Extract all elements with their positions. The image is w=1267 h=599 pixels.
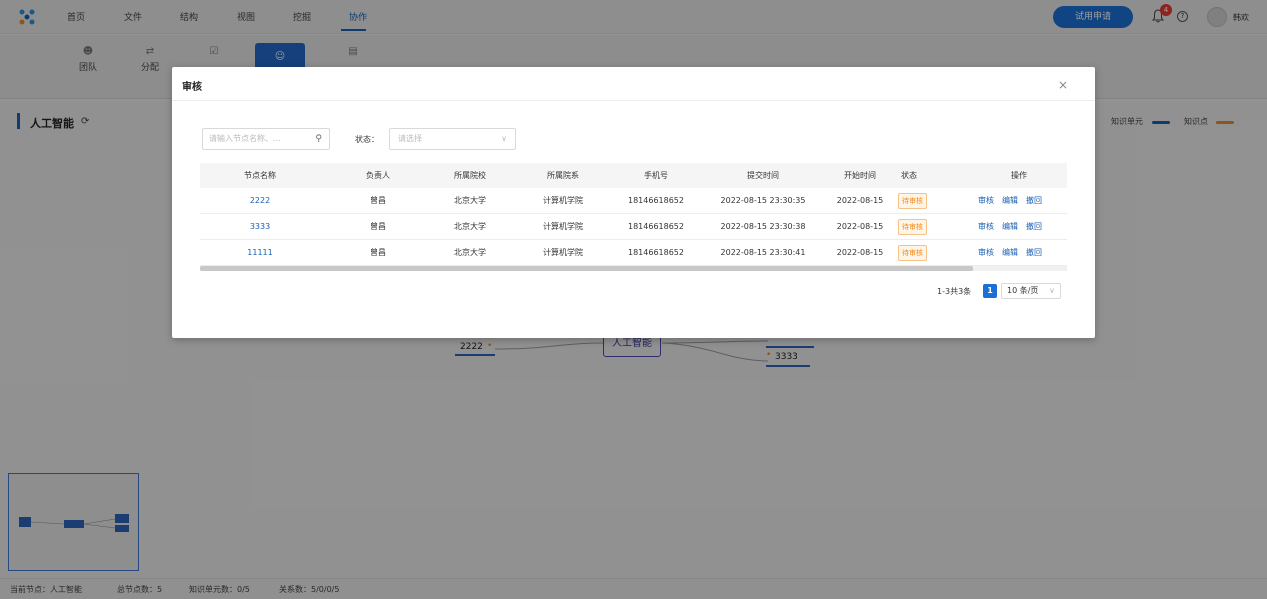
table-scrollbar[interactable] <box>200 266 973 271</box>
col-ops: 操作 <box>1011 171 1027 180</box>
chevron-down-icon: ∨ <box>1049 286 1055 295</box>
col-phone: 手机号 <box>644 171 668 180</box>
approve-link[interactable]: 审核 <box>978 195 994 206</box>
withdraw-link[interactable]: 撤回 <box>1026 247 1042 258</box>
edit-link[interactable]: 编辑 <box>1002 247 1018 258</box>
row-owner: 曾昌 <box>370 248 386 257</box>
table-row: 3333 曾昌 北京大学 计算机学院 18146618652 2022-08-1… <box>200 214 1067 240</box>
search-icon[interactable]: ⚲ <box>315 129 322 149</box>
row-ops: 审核 编辑 撤回 <box>978 214 1066 239</box>
col-submitted: 提交时间 <box>747 171 779 180</box>
close-icon[interactable]: × <box>1058 78 1068 92</box>
status-filter-label: 状态： <box>355 135 379 144</box>
row-status-cell: 待审核 <box>898 188 938 213</box>
row-dept: 计算机学院 <box>543 222 583 231</box>
status-select-placeholder: 请选择 <box>398 134 422 143</box>
status-badge: 待审核 <box>898 218 927 235</box>
row-submitted: 2022-08-15 23:30:41 <box>720 248 806 257</box>
col-status: 状态 <box>901 171 917 180</box>
review-dialog: 审核 × 请输入节点名称、... ⚲ 状态： 请选择 ∨ 节点名称 负责人 所属… <box>172 67 1095 338</box>
withdraw-link[interactable]: 撤回 <box>1026 221 1042 232</box>
col-dept: 所属院系 <box>547 171 579 180</box>
row-start: 2022-08-15 <box>836 222 884 231</box>
row-start: 2022-08-15 <box>836 248 884 257</box>
pager-page-1[interactable]: 1 <box>983 284 997 298</box>
withdraw-link[interactable]: 撤回 <box>1026 195 1042 206</box>
approve-link[interactable]: 审核 <box>978 221 994 232</box>
page-size-select[interactable]: 10 条/页 ∨ <box>1001 283 1061 299</box>
row-school: 北京大学 <box>454 222 486 231</box>
dialog-title: 审核 <box>182 82 202 93</box>
row-dept: 计算机学院 <box>543 248 583 257</box>
col-start: 开始时间 <box>844 171 876 180</box>
row-owner: 曾昌 <box>370 222 386 231</box>
row-owner: 曾昌 <box>370 196 386 205</box>
row-phone: 18146618652 <box>628 248 684 257</box>
table-row: 2222 曾昌 北京大学 计算机学院 18146618652 2022-08-1… <box>200 188 1067 214</box>
row-submitted: 2022-08-15 23:30:35 <box>720 196 806 205</box>
review-table: 节点名称 负责人 所属院校 所属院系 手机号 提交时间 开始时间 状态 操作 2… <box>200 163 1067 266</box>
row-status-cell: 待审核 <box>898 240 938 265</box>
dialog-divider <box>172 100 1095 101</box>
node-search-input[interactable]: 请输入节点名称、... ⚲ <box>202 128 330 150</box>
row-phone: 18146618652 <box>628 222 684 231</box>
search-placeholder: 请输入节点名称、... <box>209 134 281 143</box>
col-owner: 负责人 <box>366 171 390 180</box>
chevron-down-icon: ∨ <box>501 134 507 143</box>
row-school: 北京大学 <box>454 196 486 205</box>
row-school: 北京大学 <box>454 248 486 257</box>
row-node-name[interactable]: 2222 <box>200 188 320 213</box>
col-school: 所属院校 <box>454 171 486 180</box>
row-status-cell: 待审核 <box>898 214 938 239</box>
edit-link[interactable]: 编辑 <box>1002 221 1018 232</box>
row-ops: 审核 编辑 撤回 <box>978 188 1066 213</box>
row-phone: 18146618652 <box>628 196 684 205</box>
edit-link[interactable]: 编辑 <box>1002 195 1018 206</box>
col-node-name: 节点名称 <box>244 171 276 180</box>
page-size-value: 10 条/页 <box>1007 286 1039 295</box>
status-badge: 待审核 <box>898 244 927 261</box>
row-dept: 计算机学院 <box>543 196 583 205</box>
status-badge: 待审核 <box>898 192 927 209</box>
row-node-name[interactable]: 3333 <box>200 214 320 239</box>
approve-link[interactable]: 审核 <box>978 247 994 258</box>
row-node-name[interactable]: 11111 <box>200 240 320 265</box>
row-ops: 审核 编辑 撤回 <box>978 240 1066 265</box>
pager-total: 1-3共3条 <box>937 287 972 296</box>
row-start: 2022-08-15 <box>836 196 884 205</box>
table-header: 节点名称 负责人 所属院校 所属院系 手机号 提交时间 开始时间 状态 操作 <box>200 163 1067 188</box>
table-row: 11111 曾昌 北京大学 计算机学院 18146618652 2022-08-… <box>200 240 1067 266</box>
status-select[interactable]: 请选择 ∨ <box>389 128 516 150</box>
row-submitted: 2022-08-15 23:30:38 <box>720 222 806 231</box>
